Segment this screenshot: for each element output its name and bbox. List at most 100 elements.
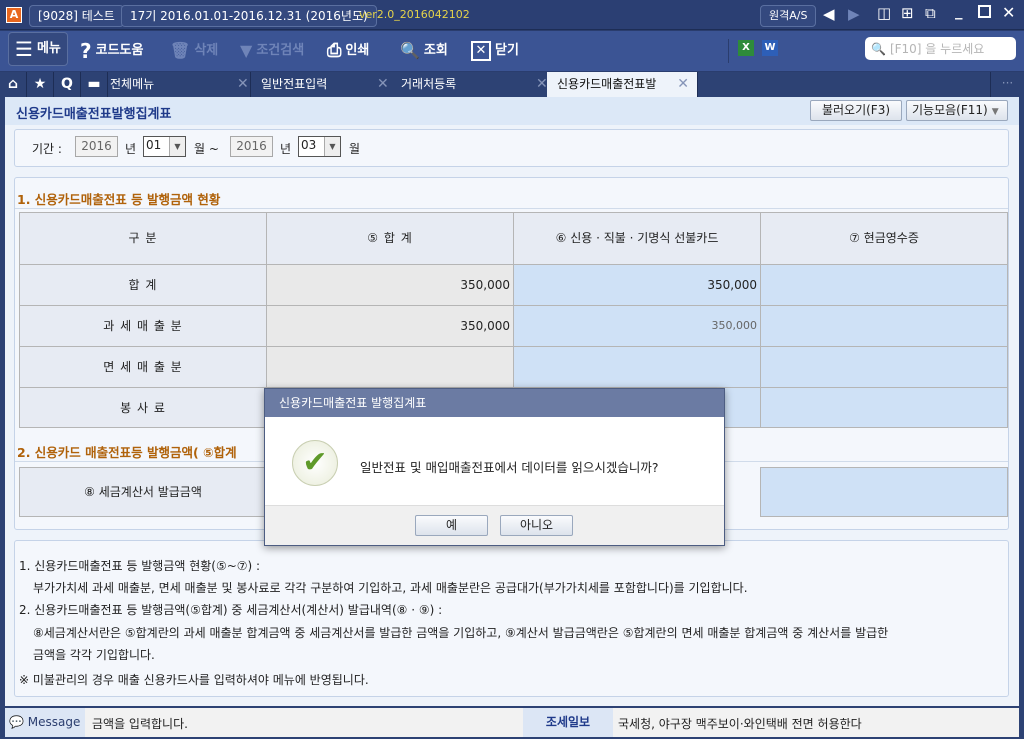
from-month-select[interactable]: 01 ▼ bbox=[143, 136, 186, 157]
search-condition-button[interactable]: ▼ 조건검색 bbox=[240, 37, 304, 65]
star-icon[interactable]: ★ bbox=[27, 72, 54, 97]
inquiry-label: 조회 bbox=[423, 43, 448, 58]
tab-client-register[interactable]: ✕ 거래처등록 bbox=[377, 72, 517, 97]
dialog-title: 신용카드매출전표 발행집계표 bbox=[265, 389, 724, 417]
search-condition-label: 조건검색 bbox=[256, 43, 305, 58]
note-line: ※ 미불관리의 경우 매출 신용카드사를 입력하셔야 메뉴에 반영됩니다. bbox=[19, 673, 369, 687]
header-total: ⑤ 합 계 bbox=[266, 212, 514, 265]
cash-cell[interactable] bbox=[760, 387, 1008, 428]
close-tab-icon[interactable]: ✕ bbox=[517, 72, 548, 97]
month-unit: 월 ~ bbox=[194, 142, 219, 156]
note-line: 2. 신용카드매출전표 등 발행금액(⑤합계) 중 세금계산서(계산서) 발급내… bbox=[19, 603, 443, 617]
close-tab-icon[interactable]: ✕ bbox=[677, 72, 689, 97]
close-tab-icon[interactable]: ✕ bbox=[237, 72, 249, 97]
page-title: 신용카드매출전표발행집계표 bbox=[16, 107, 172, 122]
grid-icon[interactable]: ⊞ bbox=[901, 4, 914, 22]
message-tab[interactable]: 💬 Message bbox=[5, 708, 85, 737]
menu-button[interactable]: ☰ 메뉴 bbox=[8, 32, 68, 66]
month-unit: 월 bbox=[349, 142, 361, 156]
chat-bubble-icon: 💬 bbox=[9, 715, 24, 729]
question-icon: ? bbox=[80, 39, 92, 63]
excel-icon[interactable]: X bbox=[738, 40, 754, 56]
news-headline[interactable]: 국세청, 야구장 맥주보이·와인택배 전면 허용한다 bbox=[618, 715, 862, 732]
chevron-down-icon: ▼ bbox=[991, 107, 999, 117]
tab-all-menu[interactable]: 전체메뉴 bbox=[100, 72, 251, 97]
printer-icon: ⎙ bbox=[327, 40, 342, 61]
functions-label: 기능모음(F11) bbox=[912, 103, 988, 117]
more-tabs-icon[interactable]: ··· bbox=[990, 72, 1024, 97]
search-input[interactable]: 🔍 [F10] 을 누르세요 bbox=[865, 37, 1016, 60]
checkmark-icon: ✔ bbox=[292, 440, 338, 486]
section1-title: 1. 신용카드매출전표 등 발행금액 현황 bbox=[17, 192, 221, 207]
app-logo-icon: A bbox=[6, 7, 22, 23]
card-cell[interactable] bbox=[513, 346, 761, 388]
book-icon[interactable]: ◫ bbox=[877, 4, 891, 22]
close-tab-icon[interactable]: ✕ bbox=[377, 72, 389, 97]
from-year-field[interactable]: 2016 bbox=[75, 136, 118, 157]
title-bar: A [9028] 테스트 17기 2016.01.01-2016.12.31 (… bbox=[0, 0, 1024, 30]
to-month-select[interactable]: 03 ▼ bbox=[298, 136, 341, 157]
dropdown-arrow-icon: ▼ bbox=[169, 137, 185, 156]
tax-invoice-cash-cell[interactable] bbox=[760, 467, 1008, 517]
to-year-field[interactable]: 2016 bbox=[230, 136, 273, 157]
confirm-dialog: 신용카드매출전표 발행집계표 ✔ 일반전표 및 매입매출전표에서 데이터를 읽으… bbox=[264, 388, 725, 546]
total-cell[interactable] bbox=[266, 346, 514, 388]
header-category: 구 분 bbox=[19, 212, 267, 265]
tab-credit-card-summary[interactable]: 신용카드매출전표발 ✕ bbox=[547, 72, 698, 97]
forward-arrow-icon[interactable]: ▶ bbox=[848, 5, 860, 23]
windows-icon[interactable]: ⧉ bbox=[925, 4, 936, 22]
search-placeholder: [F10] 을 누르세요 bbox=[889, 42, 985, 56]
inquiry-button[interactable]: 🔍 조회 bbox=[400, 37, 448, 65]
back-arrow-icon[interactable]: ◀ bbox=[823, 5, 835, 23]
header-cash-receipt: ⑦ 현금영수증 bbox=[760, 212, 1008, 265]
code-help-label: 코드도움 bbox=[95, 43, 144, 58]
print-button[interactable]: ⎙ 인쇄 bbox=[327, 37, 369, 65]
close-button[interactable]: ✕ 닫기 bbox=[471, 37, 519, 65]
close-box-icon: ✕ bbox=[471, 41, 491, 61]
no-button[interactable]: 아니오 bbox=[500, 515, 573, 536]
total-cell[interactable]: 350,000 bbox=[266, 264, 514, 306]
search-icon: 🔍 bbox=[871, 41, 886, 56]
delete-label: 삭제 bbox=[194, 43, 219, 58]
trash-icon: 🗑 bbox=[170, 41, 191, 60]
quick-search-icon[interactable]: Q bbox=[54, 72, 81, 97]
home-icon[interactable]: ⌂ bbox=[0, 72, 27, 97]
to-month-value: 03 bbox=[301, 138, 317, 152]
fiscal-period-selector[interactable]: 17기 2016.01.01-2016.12.31 (2016년도) bbox=[121, 5, 377, 27]
filter-icon: ▼ bbox=[240, 41, 253, 60]
from-month-value: 01 bbox=[146, 138, 162, 152]
note-line: 부가가치세 과세 매출분, 면세 매출분 및 봉사료로 각각 구분하여 기입하고… bbox=[33, 581, 748, 595]
close-window-icon[interactable]: ✕ bbox=[1002, 3, 1015, 22]
cash-cell[interactable] bbox=[760, 346, 1008, 388]
period-panel: 기간 : 2016 년 01 ▼ 월 ~ 2016 년 03 ▼ 월 bbox=[14, 129, 1009, 167]
functions-button[interactable]: 기능모음(F11) ▼ bbox=[906, 100, 1008, 121]
row-label: 과 세 매 출 분 bbox=[19, 305, 267, 347]
magnifier-icon: 🔍 bbox=[400, 41, 420, 60]
notes-panel: 1. 신용카드매출전표 등 발행금액 현황(⑤~⑦) : 부가가치세 과세 매출… bbox=[14, 540, 1009, 697]
cash-cell[interactable] bbox=[760, 305, 1008, 347]
word-icon[interactable]: W bbox=[762, 40, 778, 56]
note-line: ⑧세금계산서란은 ⑤합계란의 과세 매출분 합계금액 중 세금계산서를 발급한 … bbox=[33, 626, 889, 640]
section2-title: 2. 신용카드 매출전표등 발행금액( ⑤합계 bbox=[17, 445, 237, 460]
row-label: 합 계 bbox=[19, 264, 267, 306]
print-label: 인쇄 bbox=[345, 43, 370, 58]
header-card: ⑥ 신용 · 직불 · 기명식 선불카드 bbox=[513, 212, 761, 265]
load-button[interactable]: 불러오기(F3) bbox=[810, 100, 902, 121]
card-cell[interactable]: 350,000 bbox=[513, 305, 761, 347]
row-label: 면 세 매 출 분 bbox=[19, 346, 267, 388]
minimize-icon[interactable]: _ bbox=[955, 2, 963, 20]
note-line: 1. 신용카드매출전표 등 발행금액 현황(⑤~⑦) : bbox=[19, 559, 261, 573]
maximize-icon[interactable] bbox=[978, 5, 991, 18]
code-help-button[interactable]: ? 코드도움 bbox=[80, 37, 143, 65]
company-selector[interactable]: [9028] 테스트 bbox=[29, 5, 124, 27]
version-label: ver2.0_2016042102 bbox=[359, 8, 470, 21]
yes-button[interactable]: 예 bbox=[415, 515, 488, 536]
cash-cell[interactable] bbox=[760, 264, 1008, 306]
remote-as-button[interactable]: 원격A/S bbox=[760, 5, 817, 27]
tab-general-voucher[interactable]: ✕ 일반전표입력 bbox=[237, 72, 377, 97]
card-cell[interactable]: 350,000 bbox=[513, 264, 761, 306]
status-bar: 💬 Message 금액을 입력합니다. 조세일보 국세청, 야구장 맥주보이·… bbox=[0, 706, 1024, 739]
total-cell[interactable]: 350,000 bbox=[266, 305, 514, 347]
hamburger-icon: ☰ bbox=[15, 37, 33, 61]
delete-button[interactable]: 🗑 삭제 bbox=[170, 37, 218, 65]
